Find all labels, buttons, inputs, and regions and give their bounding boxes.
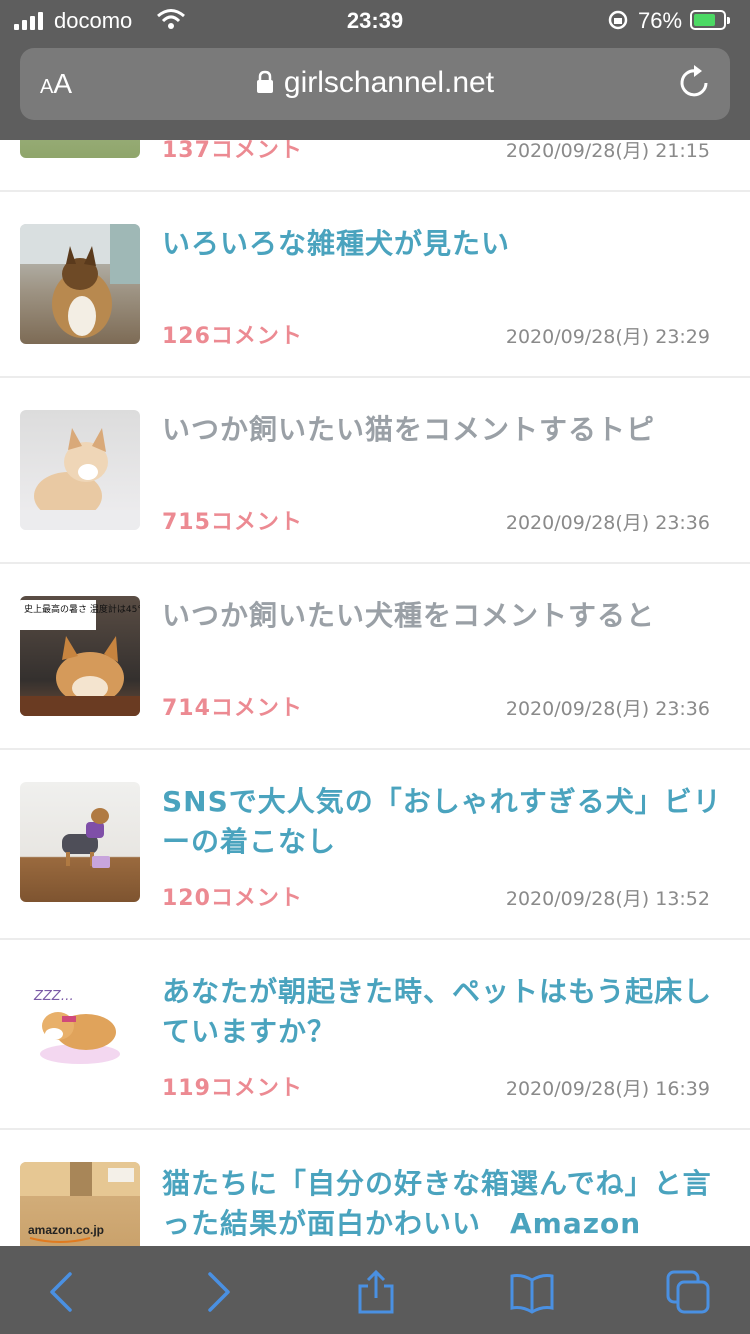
url-display[interactable]: girlschannel.net	[20, 66, 730, 102]
topic-row[interactable]: ZZZ… あなたが朝起きた時、ペットはもう起床していますか？ 119コメント 2…	[0, 940, 750, 1130]
rotation-lock-icon	[606, 8, 630, 38]
reload-icon[interactable]	[678, 65, 714, 107]
browser-toolbar	[0, 1246, 750, 1334]
topic-title[interactable]: 猫たちに「自分の好きな箱選んでね」と言った結果が面白かわいい Amazon	[162, 1164, 722, 1244]
bookmarks-button[interactable]	[508, 1268, 556, 1316]
topic-thumbnail[interactable]	[20, 410, 140, 530]
status-bar: docomo 23:39 76%	[0, 0, 750, 44]
topic-date: 2020/09/28(月) 23:36	[505, 512, 710, 534]
topic-title[interactable]: SNSで大人気の「おしゃれすぎる犬」ビリーの着こなし	[162, 782, 722, 862]
chevron-right-icon	[208, 1272, 230, 1312]
url-domain: girlschannel.net	[283, 66, 495, 99]
topic-thumbnail[interactable]	[20, 782, 140, 902]
topic-row[interactable]: いろいろな雑種犬が見たい 126コメント 2020/09/28(月) 23:29	[0, 192, 750, 378]
tabs-icon	[666, 1270, 710, 1314]
battery-percent: 76%	[638, 8, 683, 33]
comment-count: 714コメント	[162, 696, 303, 721]
topic-thumbnail[interactable]: 史上最高の暑さ 温度計は45℃	[20, 596, 140, 716]
chevron-left-icon	[50, 1272, 72, 1312]
address-bar[interactable]: AA girlschannel.net	[20, 48, 730, 120]
comment-count: 119コメント	[162, 1076, 303, 1101]
comment-count: 715コメント	[162, 510, 303, 535]
comment-count: 120コメント	[162, 886, 303, 911]
book-icon	[510, 1274, 554, 1314]
battery-icon	[690, 10, 730, 30]
topic-title[interactable]: いろいろな雑種犬が見たい	[162, 224, 722, 264]
topic-thumbnail[interactable]	[20, 224, 140, 344]
thumbnail-caption: ZZZ…	[33, 989, 74, 1004]
topic-title[interactable]: いつか飼いたい犬種をコメントすると	[162, 596, 722, 636]
lock-icon	[256, 68, 274, 102]
topic-row[interactable]: 史上最高の暑さ 温度計は45℃ いつか飼いたい犬種をコメントすると 714コメン…	[0, 564, 750, 750]
share-button[interactable]	[352, 1268, 400, 1316]
topic-date: 2020/09/28(月) 16:39	[505, 1078, 710, 1100]
topic-date: 2020/09/28(月) 23:29	[505, 326, 710, 348]
topic-date: 2020/09/28(月) 13:52	[505, 888, 710, 910]
browser-top-bar: docomo 23:39 76% AA girlschannel.net	[0, 0, 750, 140]
topic-date: 2020/09/28(月) 23:36	[505, 698, 710, 720]
topic-date: 2020/09/28(月) 21:15	[505, 140, 710, 162]
topic-title[interactable]: いつか飼いたい猫をコメントするトピ	[162, 410, 722, 450]
topic-row[interactable]: SNSで大人気の「おしゃれすぎる犬」ビリーの着こなし 120コメント 2020/…	[0, 750, 750, 940]
back-button[interactable]	[38, 1268, 86, 1316]
topic-thumbnail[interactable]: ZZZ…	[20, 970, 140, 1090]
tabs-button[interactable]	[664, 1268, 712, 1316]
share-icon	[358, 1269, 394, 1314]
comment-count: 126コメント	[162, 324, 303, 349]
thumbnail-caption: 史上最高の暑さ 温度計は45℃	[24, 603, 140, 615]
topic-row[interactable]: いつか飼いたい猫をコメントするトピ 715コメント 2020/09/28(月) …	[0, 378, 750, 564]
topic-title[interactable]: あなたが朝起きた時、ペットはもう起床していますか？	[162, 972, 722, 1052]
thumbnail-caption: amazon.co.jp	[28, 1223, 104, 1237]
forward-button[interactable]	[194, 1268, 242, 1316]
